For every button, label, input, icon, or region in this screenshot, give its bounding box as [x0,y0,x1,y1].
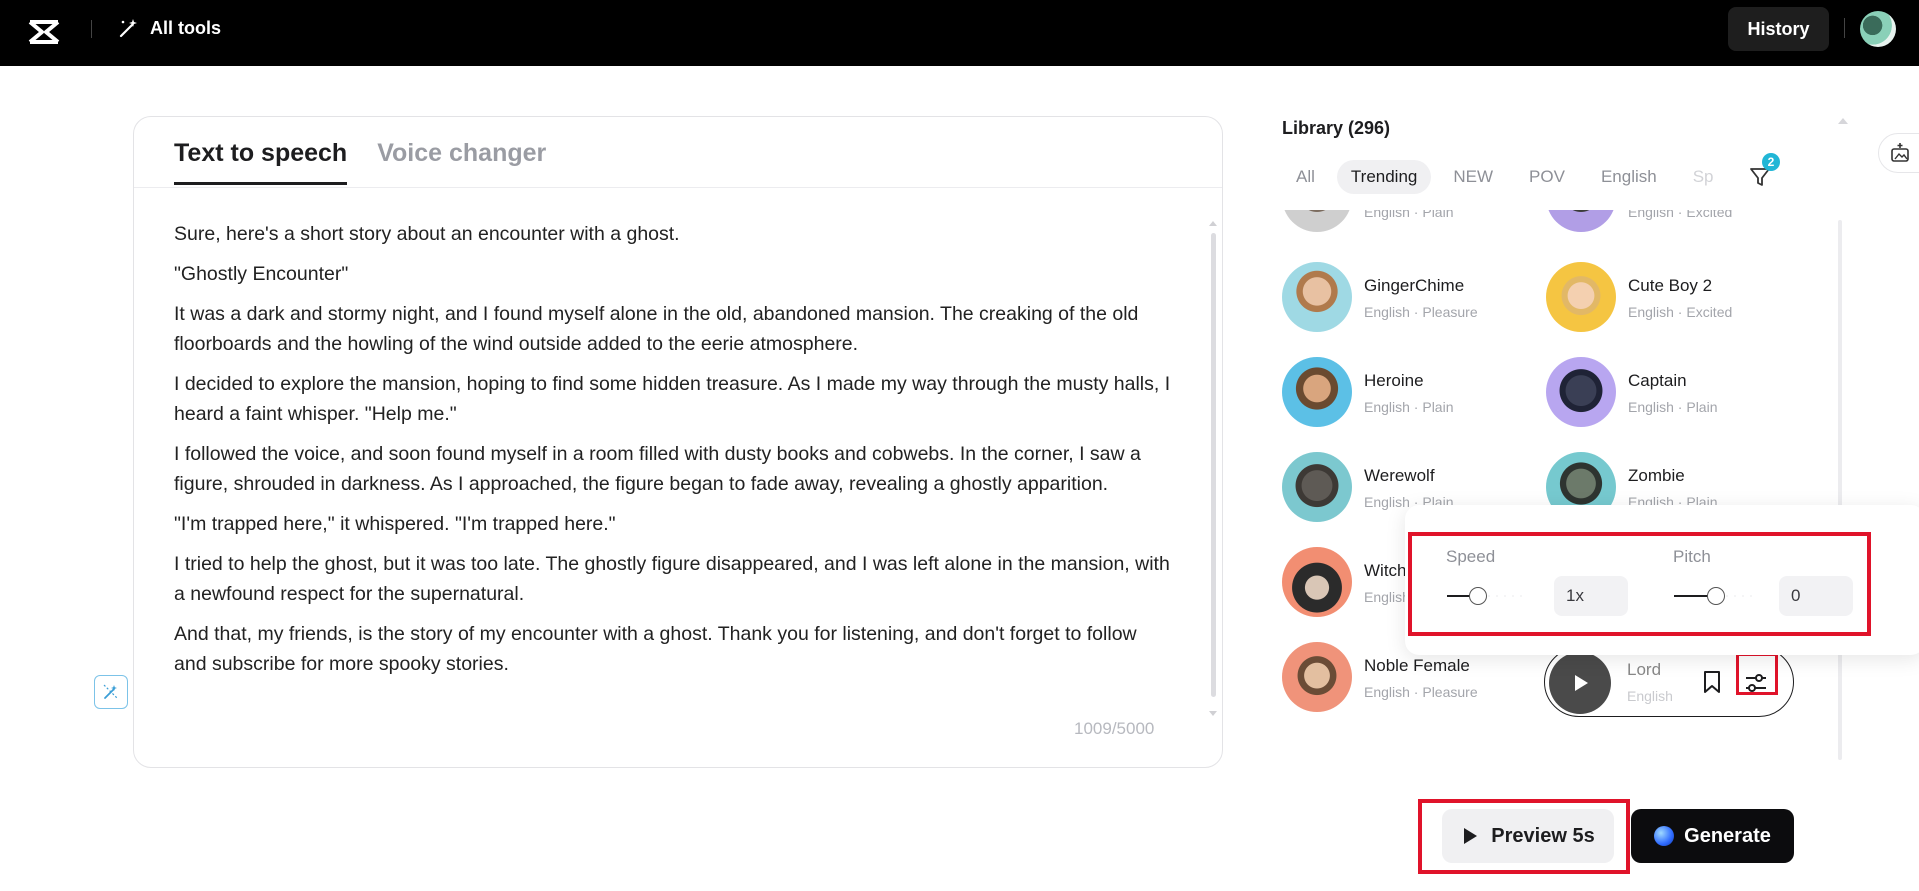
magic-edit-icon [103,684,119,700]
voice-avatar [1282,357,1352,427]
play-icon [1575,675,1588,691]
voice-card-gingerchime[interactable]: GingerChime English · Pleasure [1282,262,1532,332]
paragraph: It was a dark and stormy night, and I fo… [174,303,1139,355]
scroll-up-icon[interactable] [1838,118,1848,124]
tab-text-to-speech[interactable]: Text to speech [174,139,348,185]
play-icon [1464,828,1478,844]
voice-card-cute-boy-2[interactable]: Cute Boy 2 English · Excited [1546,262,1796,332]
filter-chip-new[interactable]: NEW [1439,160,1507,194]
filter-chip-pov[interactable]: POV [1515,160,1579,194]
paragraph: "I'm trapped here," it whispered. "I'm t… [174,513,616,535]
voice-meta: English · Excited [1628,210,1733,220]
voice-meta: English · Plain [1364,210,1454,220]
generate-label: Generate [1684,824,1771,847]
voice-name: Werewolf [1364,466,1435,485]
voice-name: Lord [1627,660,1662,679]
paragraph: I decided to explore the mansion, hoping… [174,373,1171,425]
library-scrollbar[interactable] [1838,220,1842,760]
voice-avatar [1282,642,1352,712]
paragraph: "Ghostly Encounter" [174,263,349,285]
paragraph: Sure, here's a short story about an enco… [174,223,680,245]
script-textarea[interactable]: Sure, here's a short story about an enco… [174,219,1174,689]
voice-meta: English · Plain [1364,399,1454,415]
voice-name: Zombie [1628,466,1685,485]
filter-chip-sp[interactable]: Sp [1679,160,1728,194]
side-tool-button[interactable] [1878,133,1919,173]
voice-name: Cute Boy 2 [1628,276,1713,295]
paragraph: And that, my friends, is the story of my… [174,623,1137,675]
voice-name: Heroine [1364,371,1424,390]
divider [1844,18,1845,38]
capcut-logo-icon[interactable] [26,14,62,50]
voice-avatar [1282,547,1352,617]
filter-count-badge: 2 [1762,153,1780,171]
avatar[interactable] [1860,11,1896,47]
voice-avatar [1546,262,1616,332]
add-image-icon [1891,143,1909,162]
voice-avatar [1546,357,1616,427]
library-title: Library (296) [1282,118,1391,138]
scroll-down-icon[interactable] [1209,711,1217,716]
paragraph: I tried to help the ghost, but it was to… [174,553,1170,605]
preview-button[interactable]: Preview 5s [1442,809,1614,863]
filter-chip-english[interactable]: English [1587,160,1671,194]
voice-meta: English · Excited [1628,304,1733,320]
generate-orb-icon [1654,826,1675,846]
voice-name: Witch [1364,561,1407,580]
voice-avatar [1546,210,1616,232]
filter-chip-all[interactable]: All [1282,160,1329,194]
editor-card: Text to speech Voice changer Sure, here'… [133,116,1223,768]
library-filters: All Trending NEW POV English Sp [1282,160,1728,194]
magic-wand-icon [119,19,137,38]
all-tools-button[interactable]: All tools [118,17,221,39]
voice-meta: English · Pleasure [1364,684,1478,700]
voice-avatar [1282,210,1352,232]
voice-meta: English · Pleasure [1364,304,1478,320]
voice-name: GingerChime [1364,276,1465,295]
play-button[interactable] [1549,652,1611,714]
bookmark-icon[interactable] [1699,668,1725,696]
highlight-box [1408,532,1871,636]
paragraph: I followed the voice, and soon found mys… [174,443,1141,495]
preview-label: Preview 5s [1491,824,1595,847]
divider [91,20,92,38]
tab-bar: Text to speech Voice changer [174,139,546,185]
voice-card[interactable]: English · Excited [1546,210,1796,232]
voice-card[interactable]: English · Plain [1282,210,1532,232]
character-counter: 1009/5000 [1074,719,1155,738]
voice-meta: English · Plain [1628,399,1718,415]
history-button[interactable]: History [1728,7,1829,51]
magic-edit-button[interactable] [94,675,128,709]
editor-scrollbar[interactable] [1209,221,1217,717]
voice-name: Captain [1628,371,1687,390]
voice-avatar [1282,262,1352,332]
top-bar: All tools History [0,0,1919,66]
scroll-up-icon[interactable] [1209,221,1217,226]
scrollbar-thumb[interactable] [1211,233,1216,697]
highlight-box [1736,653,1778,695]
generate-button[interactable]: Generate [1631,809,1794,863]
voice-meta: English [1627,688,1673,704]
voice-avatar [1282,452,1352,522]
divider [134,187,1222,188]
voice-meta: English [1364,589,1410,605]
voice-card-captain[interactable]: Captain English · Plain [1546,357,1796,427]
voice-card-heroine[interactable]: Heroine English · Plain [1282,357,1532,427]
filter-chip-trending[interactable]: Trending [1336,160,1432,194]
all-tools-label: All tools [150,17,221,38]
tab-voice-changer[interactable]: Voice changer [377,139,546,185]
voice-name: Noble Female [1364,656,1470,675]
